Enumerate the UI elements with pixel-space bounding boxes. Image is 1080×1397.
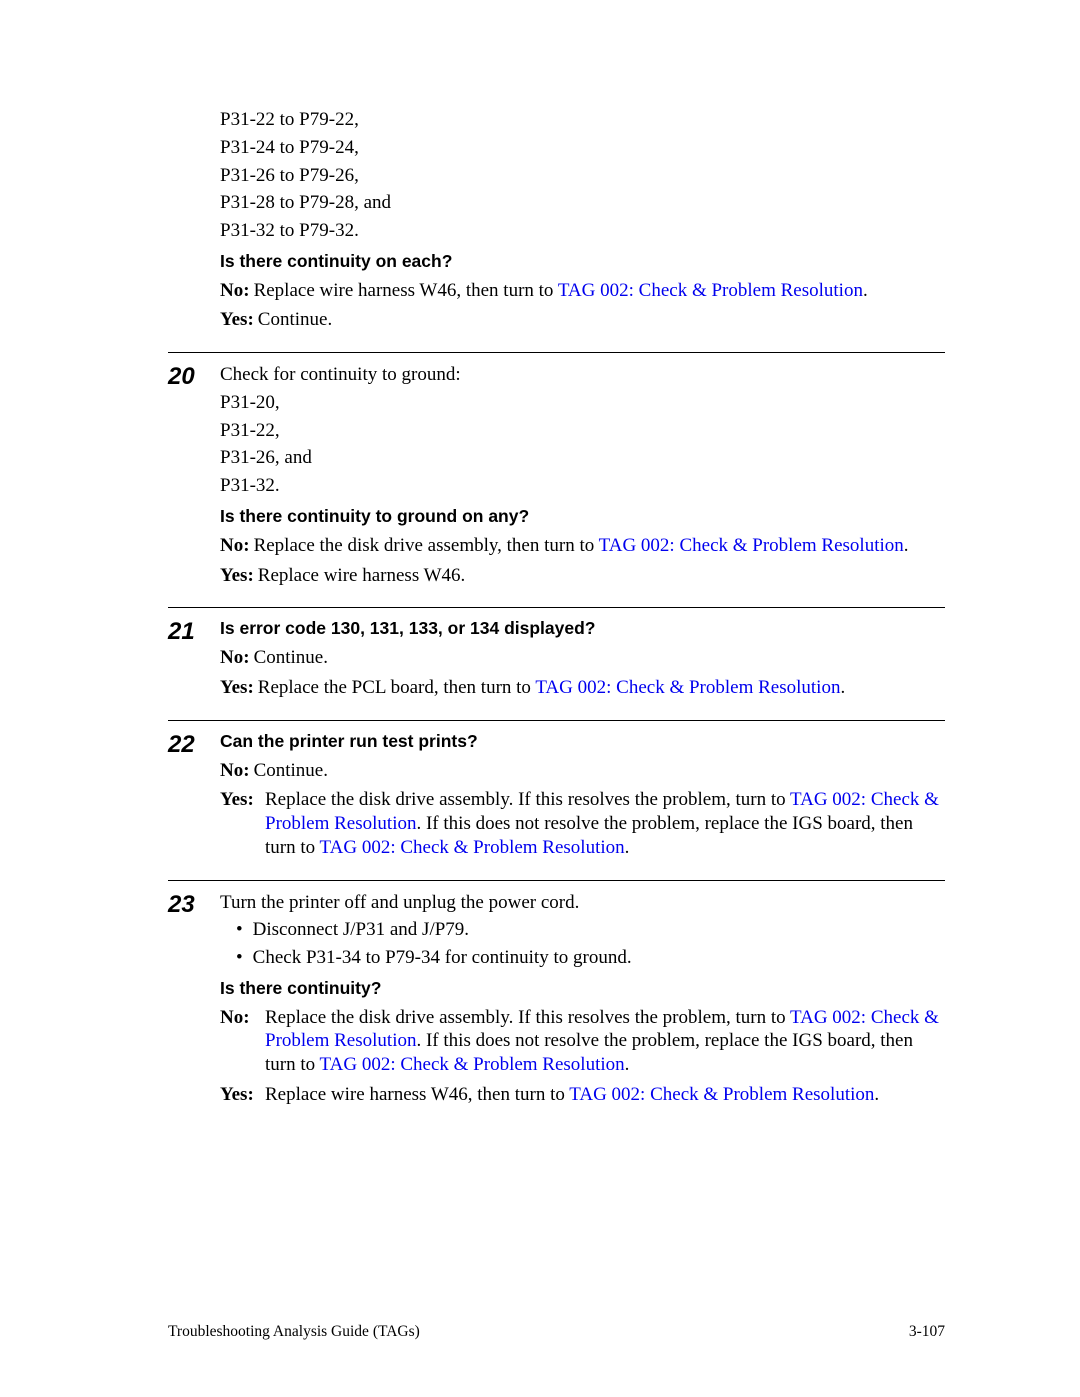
yes-label: Yes:	[220, 1083, 260, 1107]
tag002-link[interactable]: TAG 002: Check & Problem Resolution	[320, 837, 625, 858]
step22-yes: Yes: Replace the disk drive assembly. If…	[220, 788, 945, 859]
step-22: 22 Can the printer run test prints? No: …	[168, 720, 945, 880]
step23-bullets: Disconnect J/P31 and J/P79. Check P31-34…	[220, 918, 945, 970]
step22-question: Can the printer run test prints?	[220, 731, 945, 753]
yes-label: Yes:	[220, 308, 254, 332]
no-label: No:	[220, 534, 250, 558]
bullet-item: Check P31-34 to P79-34 for continuity to…	[236, 946, 945, 970]
tag002-link[interactable]: TAG 002: Check & Problem Resolution	[599, 535, 904, 556]
step-number: 20	[168, 363, 220, 593]
step-20: 20 Check for continuity to ground: P31-2…	[168, 352, 945, 607]
intro-line: P31-22 to P79-22,	[220, 108, 945, 132]
step23-yes: Yes: Replace wire harness W46, then turn…	[220, 1083, 945, 1107]
page-footer: Troubleshooting Analysis Guide (TAGs) 3-…	[168, 1322, 945, 1341]
step23-no: No: Replace the disk drive assembly. If …	[220, 1006, 945, 1077]
step-number: 23	[168, 891, 220, 1113]
step20-para: Check for continuity to ground:	[220, 363, 945, 387]
step20-line: P31-22,	[220, 419, 945, 443]
step21-question: Is error code 130, 131, 133, or 134 disp…	[220, 618, 945, 640]
bullet-item: Disconnect J/P31 and J/P79.	[236, 918, 945, 942]
no-label: No:	[220, 1006, 260, 1077]
yes-label: Yes:	[220, 564, 254, 588]
intro-line: P31-24 to P79-24,	[220, 136, 945, 160]
page-number: 3-107	[909, 1322, 945, 1341]
intro-question: Is there continuity on each?	[220, 251, 945, 273]
step20-line: P31-32.	[220, 474, 945, 498]
step23-para: Turn the printer off and unplug the powe…	[220, 891, 945, 915]
intro-line: P31-26 to P79-26,	[220, 164, 945, 188]
intro-yes: Yes: Continue.	[220, 308, 945, 332]
step20-no: No: Replace the disk drive assembly, the…	[220, 534, 945, 558]
step22-no: No: Continue.	[220, 759, 945, 783]
tag002-link[interactable]: TAG 002: Check & Problem Resolution	[569, 1084, 874, 1105]
tag002-link[interactable]: TAG 002: Check & Problem Resolution	[535, 677, 840, 698]
tag002-link[interactable]: TAG 002: Check & Problem Resolution	[558, 280, 863, 301]
intro-line: P31-32 to P79-32.	[220, 219, 945, 243]
footer-title: Troubleshooting Analysis Guide (TAGs)	[168, 1322, 420, 1341]
step20-yes: Yes: Replace wire harness W46.	[220, 564, 945, 588]
step-23: 23 Turn the printer off and unplug the p…	[168, 880, 945, 1127]
yes-label: Yes:	[220, 788, 260, 859]
no-label: No:	[220, 279, 250, 303]
intro-line: P31-28 to P79-28, and	[220, 191, 945, 215]
intro-no: No: Replace wire harness W46, then turn …	[220, 279, 945, 303]
tag002-link[interactable]: TAG 002: Check & Problem Resolution	[320, 1054, 625, 1075]
step21-yes: Yes: Replace the PCL board, then turn to…	[220, 676, 945, 700]
yes-label: Yes:	[220, 676, 254, 700]
step-number: 22	[168, 731, 220, 866]
step20-question: Is there continuity to ground on any?	[220, 506, 945, 528]
step20-line: P31-26, and	[220, 446, 945, 470]
no-label: No:	[220, 646, 250, 670]
step-number: 21	[168, 618, 220, 705]
step20-line: P31-20,	[220, 391, 945, 415]
step21-no: No: Continue.	[220, 646, 945, 670]
step-21: 21 Is error code 130, 131, 133, or 134 d…	[168, 607, 945, 719]
step23-question: Is there continuity?	[220, 978, 945, 1000]
no-label: No:	[220, 759, 250, 783]
step-intro: P31-22 to P79-22, P31-24 to P79-24, P31-…	[168, 108, 945, 352]
